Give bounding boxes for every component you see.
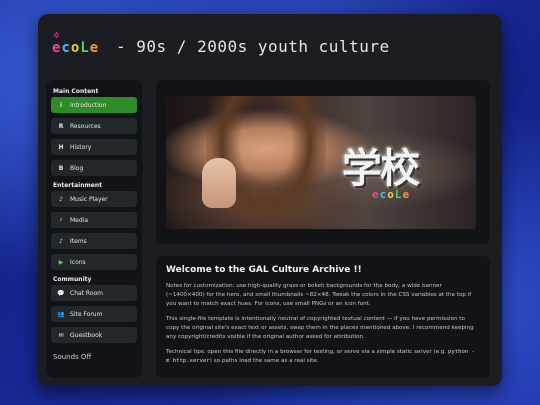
logo-letter: c	[61, 40, 71, 56]
hero-logo-letter: e	[372, 188, 380, 201]
envelope-icon: ✉	[58, 331, 64, 339]
welcome-panel: Welcome to the GAL Culture Archive !! No…	[156, 256, 490, 378]
hero-logo-letter: L	[394, 188, 403, 201]
logo-wordmark: ecoLe	[52, 40, 99, 56]
logo-letter: L	[80, 40, 90, 56]
logo-spark-icon: ✲	[53, 31, 60, 40]
logo-letter: o	[70, 40, 81, 56]
hero-logo: ecoLe	[372, 188, 410, 201]
sidebar-item-label: Blog	[70, 164, 84, 172]
sidebar-item-label: Guestbook	[70, 331, 103, 339]
sidebar-item-label: Site Forum	[70, 310, 103, 318]
play-icon: ▶	[58, 258, 64, 266]
music-note-icon: ♪	[59, 237, 63, 245]
tips-text-after: ) so paths load the same as a real site.	[209, 358, 319, 364]
sidebar-item-label: Media	[70, 216, 89, 224]
sidebar-section-title: Entertainment	[53, 182, 102, 189]
sidebar-item-label: Resources	[70, 122, 101, 130]
sidebar-item-label: Introduction	[70, 101, 107, 109]
sidebar-item-history[interactable]: H History	[51, 139, 137, 155]
main-content: 学校 ecoLe Welcome to the GAL Culture Arch…	[156, 80, 490, 378]
page-frame: ✲ ecoLe - 90s / 2000s youth culture Main…	[38, 14, 502, 386]
sidebar-item-blog[interactable]: B Blog	[51, 160, 137, 176]
sidebar-item-media[interactable]: ⚡ Media	[51, 212, 137, 228]
tips-text-before: Technical tips: open this file directly …	[166, 349, 448, 355]
site-header: ✲ ecoLe - 90s / 2000s youth culture	[52, 28, 390, 64]
info-icon: i	[59, 101, 63, 109]
sidebar-item-resources[interactable]: R Resources	[51, 118, 137, 134]
blog-icon: B	[58, 164, 64, 172]
chat-bubble-icon: 💬	[57, 289, 65, 297]
copyright-paragraph: This single-file template is intentional…	[166, 316, 474, 340]
sidebar-item-icons[interactable]: ▶ Icons	[51, 254, 137, 270]
hero-logo-letter: e	[402, 188, 411, 201]
sidebar-item-introduction[interactable]: i Introduction	[51, 97, 137, 113]
sounds-toggle[interactable]: Sounds Off	[53, 353, 142, 361]
hero-logo-letter: o	[387, 188, 395, 201]
hero-kanji-title: 学校	[342, 145, 420, 192]
customization-paragraph: Notes for customization: use high-qualit…	[166, 283, 472, 307]
logo-letter: e	[89, 40, 100, 56]
site-title: - 90s / 2000s youth culture	[116, 36, 390, 56]
sidebar-item-music-player[interactable]: ♪ Music Player	[51, 191, 137, 207]
site-logo[interactable]: ✲ ecoLe	[52, 32, 104, 60]
hero-banner-image: 学校 ecoLe	[166, 96, 476, 229]
sidebar: Main Content i Introduction R Resources …	[46, 80, 142, 378]
resources-icon: R	[58, 122, 64, 130]
technical-tips-paragraph: Technical tips: open this file directly …	[166, 348, 478, 366]
music-note-icon: ♪	[59, 195, 63, 203]
sidebar-item-label: Music Player	[70, 195, 108, 203]
sidebar-item-label: Items	[70, 237, 87, 245]
history-icon: H	[58, 143, 64, 151]
welcome-heading: Welcome to the GAL Culture Archive !!	[166, 265, 362, 275]
sidebar-section-title: Community	[53, 276, 92, 283]
sidebar-item-site-forum[interactable]: 👥 Site Forum	[51, 306, 137, 322]
people-icon: 👥	[57, 310, 65, 318]
sidebar-item-chat-room[interactable]: 💬 Chat Room	[51, 285, 137, 301]
sidebar-item-items[interactable]: ♪ Items	[51, 233, 137, 249]
hero-panel: 学校 ecoLe	[156, 80, 490, 244]
sidebar-item-label: History	[70, 143, 92, 151]
sidebar-item-label: Chat Room	[70, 289, 104, 297]
lightning-icon: ⚡	[58, 216, 64, 224]
sidebar-item-guestbook[interactable]: ✉ Guestbook	[51, 327, 137, 343]
hero-photo-hand	[202, 158, 236, 208]
sidebar-item-label: Icons	[70, 258, 86, 266]
sidebar-section-title: Main Content	[53, 88, 99, 95]
